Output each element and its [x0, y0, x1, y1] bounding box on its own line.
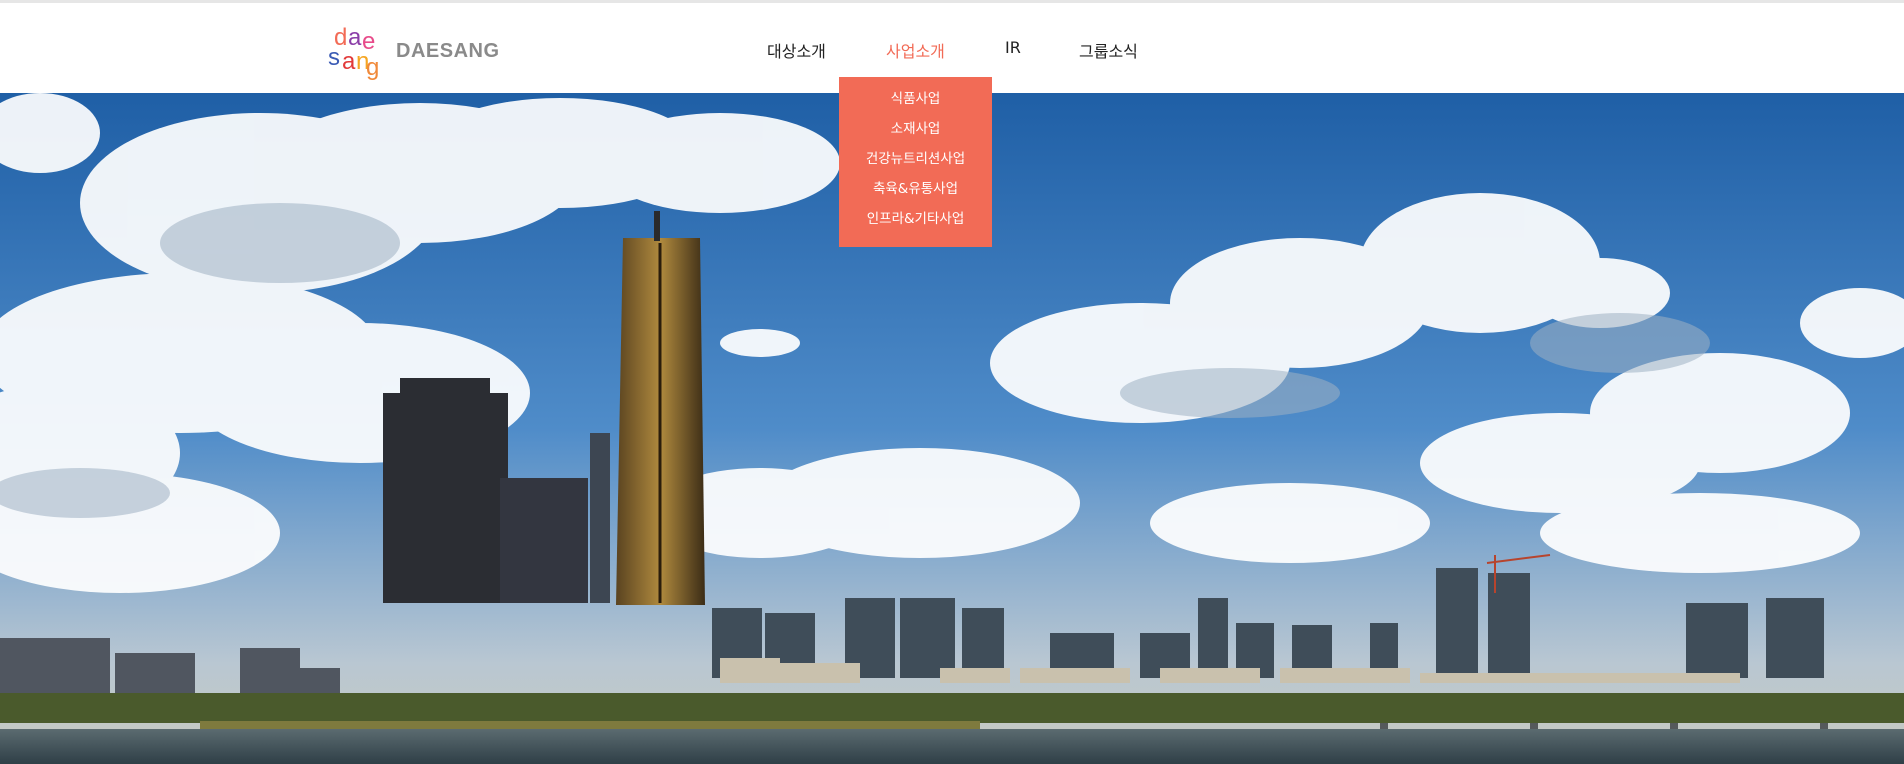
nav-item-business[interactable]: 사업소개 [886, 38, 945, 62]
submenu-item-infra-other[interactable]: 인프라&기타사업 [839, 209, 992, 239]
nav-item-ir[interactable]: IR [1005, 38, 1021, 57]
nav-item-about[interactable]: 대상소개 [767, 38, 826, 62]
submenu-item-food[interactable]: 식품사업 [839, 89, 992, 119]
business-submenu: 식품사업 소재사업 건강뉴트리션사업 축육&유통사업 인프라&기타사업 [839, 77, 992, 247]
submenu-item-materials[interactable]: 소재사업 [839, 119, 992, 149]
submenu-item-livestock-distribution[interactable]: 축육&유통사업 [839, 179, 992, 209]
submenu-item-health-nutrition[interactable]: 건강뉴트리션사업 [839, 149, 992, 179]
nav-item-news[interactable]: 그룹소식 [1079, 38, 1138, 62]
